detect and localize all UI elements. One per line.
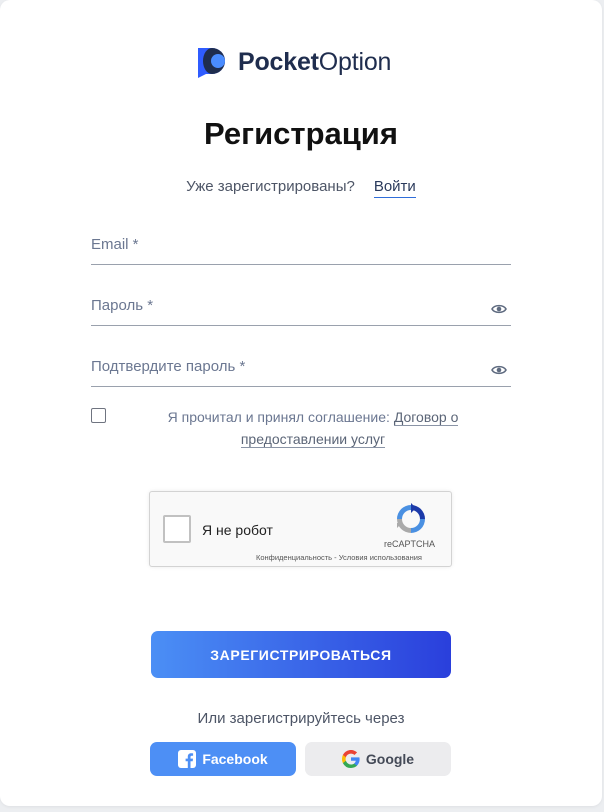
- google-label: Google: [365, 751, 415, 767]
- login-link[interactable]: Войти: [373, 178, 416, 198]
- brand-name-part1: Pocket: [238, 48, 319, 76]
- email-field[interactable]: Email *: [91, 229, 511, 265]
- facebook-icon: [178, 750, 197, 768]
- confirm-password-field[interactable]: Подтвердите пароль *: [91, 351, 511, 387]
- recaptcha-checkbox[interactable]: [163, 515, 191, 543]
- google-icon: [341, 750, 360, 768]
- brand-wordmark: PocketOption: [238, 46, 391, 78]
- page-title: Регистрация: [204, 116, 398, 151]
- agree-checkbox[interactable]: [91, 408, 106, 423]
- social-signup-text: Или зарегистрируйтесь через: [197, 710, 405, 727]
- eye-icon[interactable]: [491, 303, 507, 315]
- google-button[interactable]: Google: [305, 742, 451, 776]
- login-prompt-text: Уже зарегистрированы?: [186, 178, 355, 195]
- recaptcha-links[interactable]: Конфиденциальность - Условия использован…: [256, 553, 422, 562]
- recaptcha-label: Я не робот: [202, 522, 273, 538]
- email-placeholder: Email *: [91, 236, 139, 253]
- recaptcha-widget: Я не робот reCAPTCHA Конфиденциальность …: [149, 491, 452, 567]
- eye-icon[interactable]: [491, 364, 507, 376]
- password-field[interactable]: Пароль *: [91, 290, 511, 326]
- agreement-text: Я прочитал и принял соглашение: Договор …: [150, 406, 476, 450]
- brand-logo[interactable]: PocketOption: [196, 46, 391, 78]
- password-placeholder: Пароль *: [91, 297, 154, 314]
- facebook-button[interactable]: Facebook: [150, 742, 296, 776]
- login-prompt: Уже зарегистрированы? Войти: [0, 178, 602, 198]
- pocket-option-logo-icon: [198, 48, 225, 78]
- recaptcha-brand: reCAPTCHA: [384, 539, 436, 549]
- recaptcha-logo-icon: [397, 503, 425, 533]
- register-button[interactable]: ЗАРЕГИСТРИРОВАТЬСЯ: [151, 631, 451, 678]
- registration-card: PocketOption Регистрация Уже зарегистрир…: [0, 0, 602, 806]
- brand-name-part2: Option: [318, 48, 392, 76]
- agreement-label: Я прочитал и принял соглашение:: [167, 409, 390, 425]
- confirm-password-placeholder: Подтвердите пароль *: [91, 358, 246, 375]
- facebook-label: Facebook: [202, 751, 268, 767]
